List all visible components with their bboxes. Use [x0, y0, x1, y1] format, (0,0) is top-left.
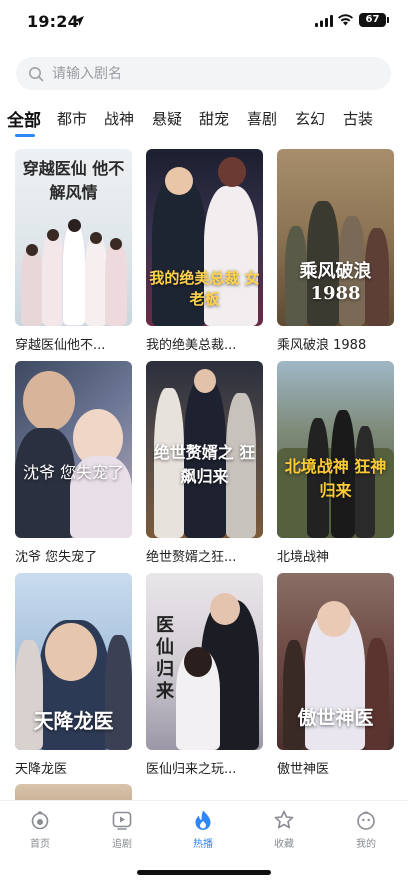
drama-title[interactable]: 医仙归来之玩...	[146, 758, 263, 777]
tab-war-god[interactable]: 战神	[104, 108, 134, 129]
drama-poster[interactable]: 傲世神医	[277, 573, 394, 750]
home-icon	[31, 811, 49, 830]
nav-label: 我的	[356, 839, 376, 850]
tab-sweet-romance[interactable]: 甜宠	[199, 108, 229, 129]
drama-card[interactable]: 绝世赘婿之 狂飙归来 绝世赘婿之狂...	[146, 361, 263, 565]
battery-indicator: 67	[359, 13, 389, 27]
drama-poster[interactable]: 天降龙医	[15, 573, 132, 750]
drama-card[interactable]: 沈爷 您失宠了 沈爷 您失宠了	[15, 361, 132, 565]
drama-poster[interactable]: 穿越医仙 他不解风情	[15, 149, 132, 326]
search-icon	[29, 67, 44, 82]
home-indicator	[137, 870, 271, 875]
status-bar: 19:24 67	[0, 0, 408, 46]
nav-following[interactable]: 追剧	[92, 809, 152, 850]
drama-card[interactable]: 北境战神 狂神归来 北境战神	[277, 361, 394, 565]
drama-poster[interactable]: 北境战神 狂神归来	[277, 361, 394, 538]
drama-card[interactable]: 傲世神医 傲世神医	[277, 573, 394, 777]
tab-urban[interactable]: 都市	[57, 108, 87, 129]
nav-label: 收藏	[274, 839, 294, 850]
nav-favorites[interactable]: 收藏	[254, 809, 314, 850]
drama-poster[interactable]: 绝世赘婿之 狂飙归来	[146, 361, 263, 538]
status-time: 19:24	[27, 12, 79, 31]
poster-title: 沈爷 您失宠了	[22, 463, 125, 482]
drama-poster[interactable]: 医仙归来	[146, 573, 263, 750]
poster-title: 北境战神 狂神归来	[284, 457, 387, 500]
drama-title[interactable]: 傲世神医	[277, 758, 394, 777]
drama-card[interactable]: 我的绝美总裁 女老板 我的绝美总裁...	[146, 149, 263, 353]
location-arrow-icon	[74, 16, 84, 26]
star-icon	[274, 810, 294, 829]
drama-card[interactable]: 穿越医仙 他不解风情 穿越医仙他不...	[15, 149, 132, 353]
tab-comedy[interactable]: 喜剧	[247, 108, 277, 129]
poster-title: 天降龙医	[33, 709, 114, 733]
cellular-signal-icon	[315, 15, 333, 27]
search-bar[interactable]	[16, 57, 391, 90]
nav-label: 追剧	[112, 839, 132, 850]
drama-poster[interactable]: 乘风破浪 1988	[277, 149, 394, 326]
drama-card[interactable]: 医仙归来 医仙归来之玩...	[146, 573, 263, 777]
drama-card[interactable]: 天降龙医 天降龙医	[15, 573, 132, 777]
drama-title[interactable]: 乘风破浪 1988	[277, 334, 394, 353]
tab-costume[interactable]: 古装	[343, 108, 373, 129]
poster-title: 穿越医仙 他不解风情	[22, 159, 125, 202]
drama-card[interactable]: 乘风破浪 1988 乘风破浪 1988	[277, 149, 394, 353]
play-icon	[112, 811, 132, 830]
nav-home[interactable]: 首页	[10, 809, 70, 850]
poster-title: 我的绝美总裁 女老板	[149, 269, 260, 308]
nav-label: 首页	[30, 839, 50, 850]
poster-title: 乘风破浪 1988	[299, 261, 372, 304]
drama-title[interactable]: 沈爷 您失宠了	[15, 546, 132, 565]
nav-profile[interactable]: 我的	[336, 809, 396, 850]
drama-title[interactable]: 绝世赘婿之狂...	[146, 546, 263, 565]
drama-poster[interactable]: 沈爷 您失宠了	[15, 361, 132, 538]
drama-title[interactable]: 天降龙医	[15, 758, 132, 777]
category-tabs: 全部 都市 战神 悬疑 甜宠 喜剧 玄幻 古装	[0, 105, 408, 141]
tab-fantasy[interactable]: 玄幻	[295, 108, 325, 129]
poster-title: 绝世赘婿之 狂飙归来	[153, 443, 256, 486]
tab-suspense[interactable]: 悬疑	[152, 108, 182, 129]
flame-icon	[195, 810, 211, 830]
poster-title: 医仙归来	[156, 615, 174, 702]
profile-icon	[357, 811, 375, 830]
wifi-icon	[338, 14, 353, 26]
drama-title[interactable]: 我的绝美总裁...	[146, 334, 263, 353]
nav-trending[interactable]: 热播	[173, 809, 233, 850]
drama-poster[interactable]: 我的绝美总裁 女老板	[146, 149, 263, 326]
drama-title[interactable]: 北境战神	[277, 546, 394, 565]
poster-title: 傲世神医	[297, 707, 374, 729]
search-input[interactable]	[52, 57, 372, 90]
nav-label: 热播	[193, 839, 213, 850]
tab-all[interactable]: 全部	[7, 106, 41, 131]
active-tab-indicator	[15, 134, 35, 137]
drama-title[interactable]: 穿越医仙他不...	[15, 334, 132, 353]
